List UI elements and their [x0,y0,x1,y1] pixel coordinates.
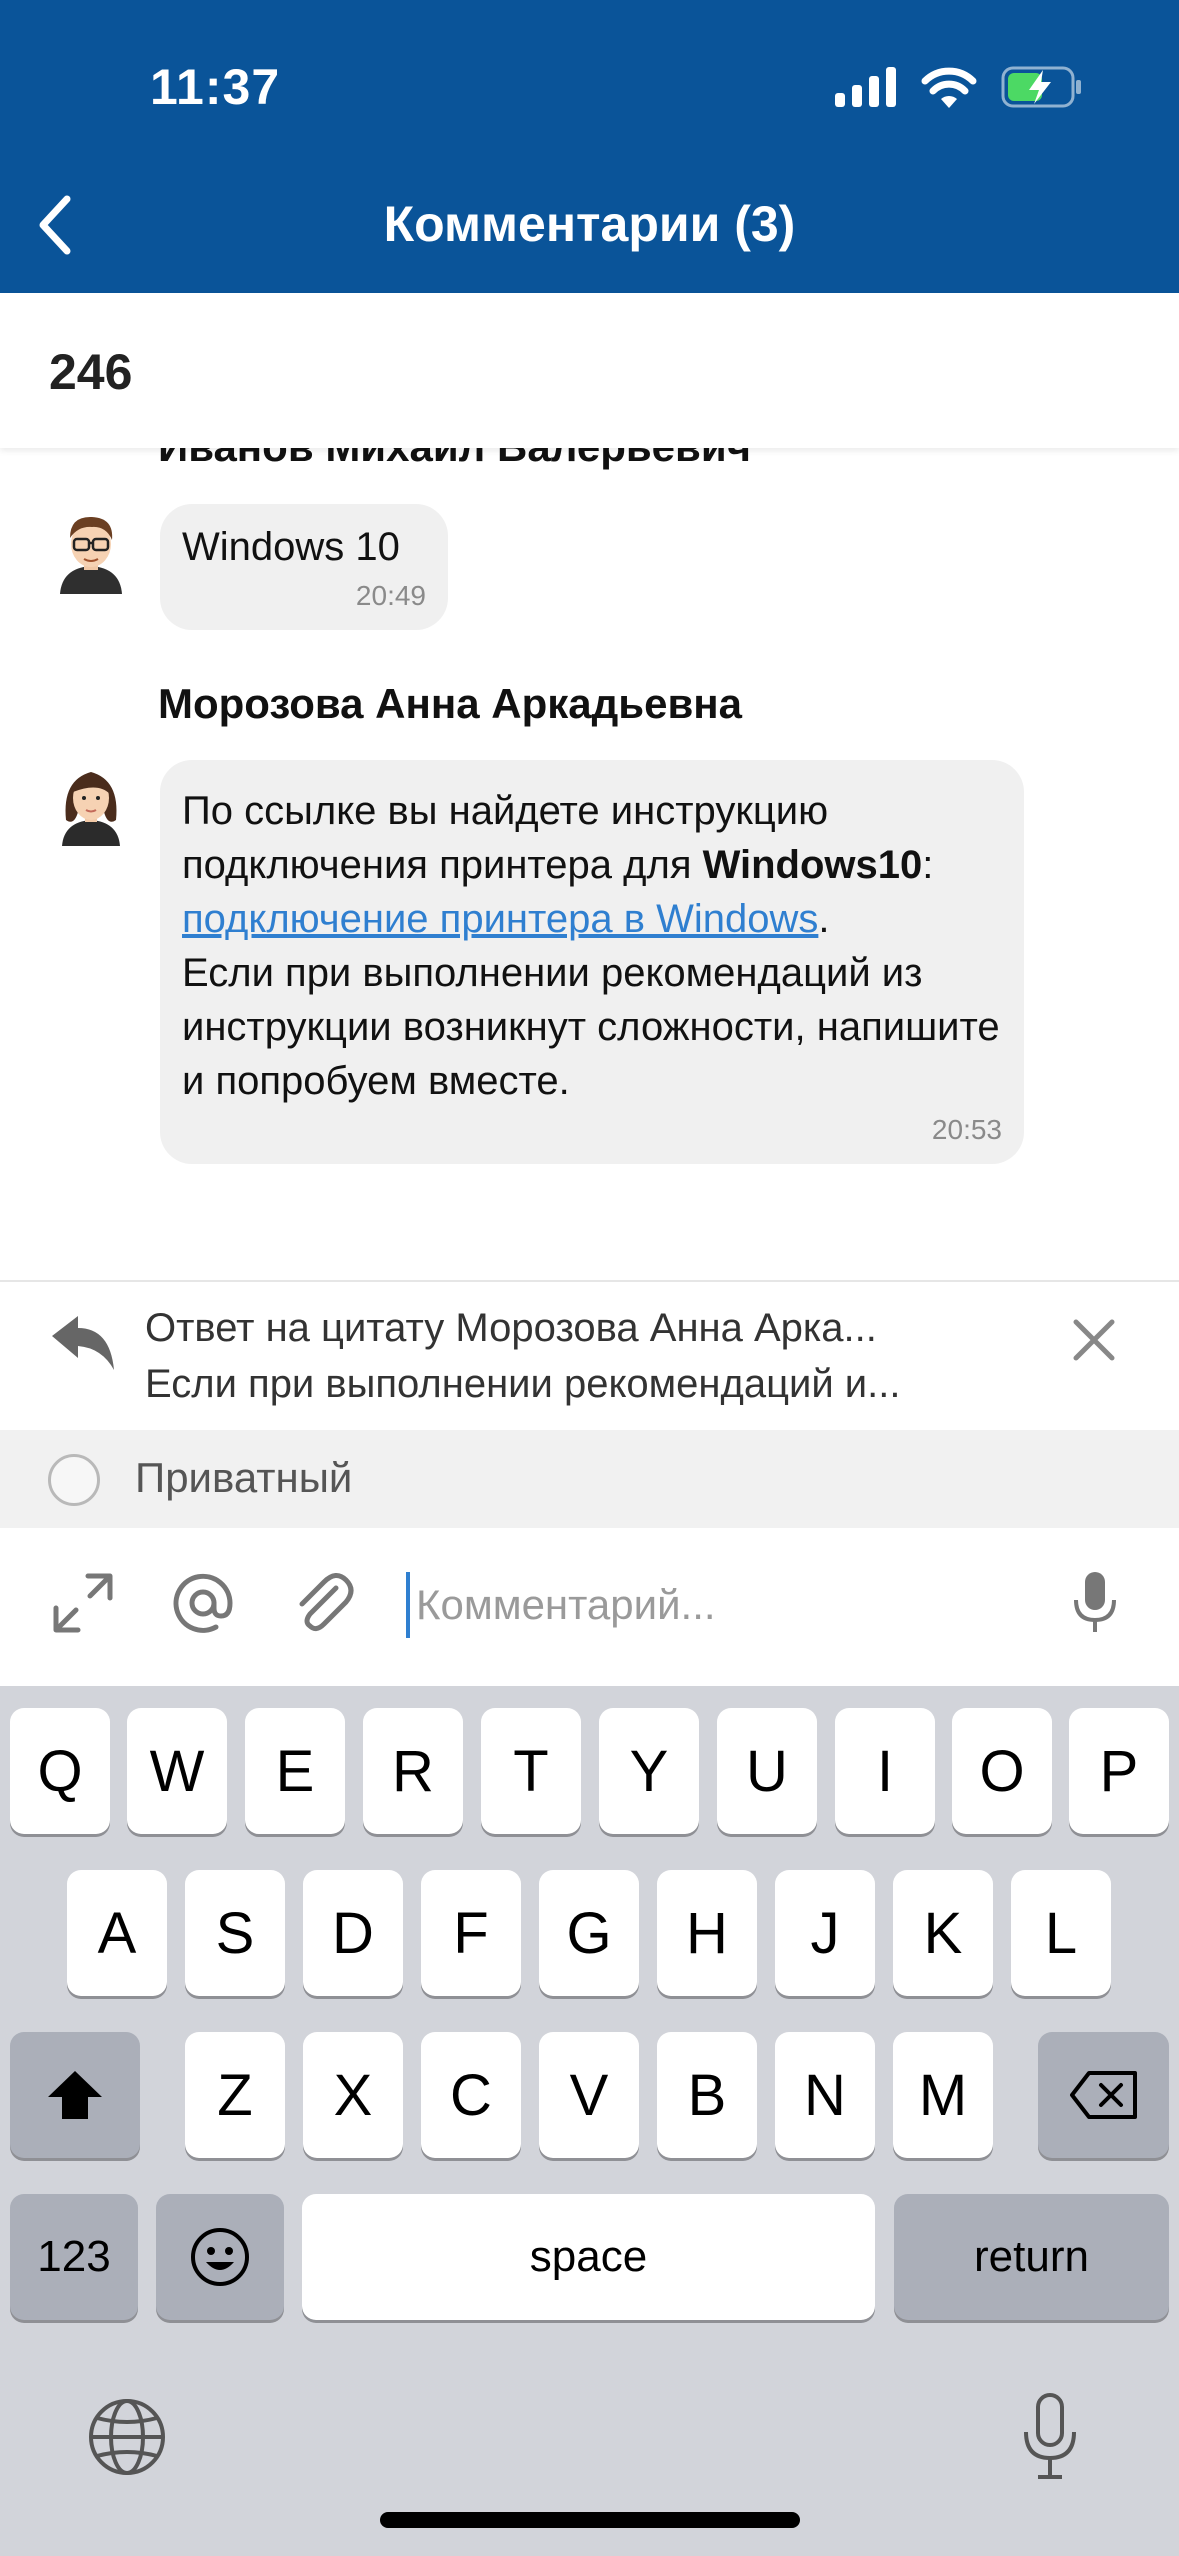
comment-bubble[interactable]: Windows 10 20:49 [160,504,448,630]
at-icon [173,1573,233,1633]
key-l[interactable]: L [1011,1870,1111,1996]
key-q[interactable]: Q [10,1708,110,1834]
key-m[interactable]: M [893,2032,993,2158]
reply-icon [52,1316,114,1370]
key-s[interactable]: S [185,1870,285,1996]
key-y[interactable]: Y [599,1708,699,1834]
numbers-key[interactable]: 123 [10,2194,138,2320]
key-x[interactable]: X [303,2032,403,2158]
comment-author: Иванов Михаил Валерьевич [158,448,751,471]
male-avatar-icon [60,516,122,594]
key-f[interactable]: F [421,1870,521,1996]
instruction-link[interactable]: подключение принтера в Windows [182,897,818,941]
voice-input-button[interactable] [1060,1568,1130,1638]
key-i[interactable]: I [835,1708,935,1834]
reply-text: Если при выполнении рекомендаций и... [145,1362,901,1406]
key-z[interactable]: Z [185,2032,285,2158]
comments-list[interactable]: Иванов Михаил Валерьевич Windows 10 20:4… [0,448,1179,1280]
key-v[interactable]: V [539,2032,639,2158]
key-c[interactable]: C [421,2032,521,2158]
key-h[interactable]: H [657,1870,757,1996]
wifi-icon [921,67,977,108]
mention-button[interactable] [168,1568,238,1638]
globe-icon[interactable] [86,2396,168,2478]
backspace-key[interactable] [1038,2032,1169,2158]
status-icons [835,62,1083,112]
emoji-icon [191,2228,249,2286]
home-indicator [380,2512,800,2528]
key-e[interactable]: E [245,1708,345,1834]
key-a[interactable]: A [67,1870,167,1996]
status-time: 11:37 [150,59,281,115]
comment-text: Windows 10 [182,525,400,569]
dictation-microphone-icon[interactable] [1022,2392,1078,2482]
comment-input[interactable] [406,1572,1046,1638]
key-o[interactable]: O [952,1708,1052,1834]
expand-icon [53,1573,113,1633]
comment-text: . [818,897,830,941]
comment-text: : [922,843,934,887]
comment-text: Если при выполнении рекомендаций из инст… [182,951,1000,1103]
comment-input-row [0,1528,1179,1686]
key-w[interactable]: W [127,1708,227,1834]
reply-title: Ответ на цитату Морозова Анна Арка... [145,1306,877,1350]
microphone-icon [1074,1572,1116,1632]
comment-bubble[interactable]: По ссылке вы найдете инструкцию подключе… [160,760,1024,1164]
ticket-bar: 246 [0,293,1179,448]
emoji-key[interactable] [156,2194,284,2320]
key-b[interactable]: B [657,2032,757,2158]
private-label: Приватный [135,1454,353,1501]
paperclip-icon [299,1573,354,1632]
app-header: 11:37 Комментарии (3) [0,0,1179,293]
comment-time: 20:53 [931,1114,1002,1145]
key-k[interactable]: K [893,1870,993,1996]
key-n[interactable]: N [775,2032,875,2158]
battery-charging-icon [1001,66,1081,108]
key-u[interactable]: U [717,1708,817,1834]
page-title: Комментарии (3) [383,196,796,252]
key-p[interactable]: P [1069,1708,1169,1834]
female-avatar-icon [62,772,120,846]
attach-button[interactable] [288,1568,358,1638]
ticket-number: 246 [49,344,133,400]
shift-icon [48,2071,102,2119]
expand-button[interactable] [48,1568,118,1638]
reply-quote-bar: Ответ на цитату Морозова Анна Арка... Ес… [0,1280,1179,1430]
space-key[interactable]: space [302,2194,875,2320]
keyboard: Q W E R T Y U I O P A S D F G H J K L Z … [0,1686,1179,2556]
signal-icon [835,67,896,107]
shift-key[interactable] [10,2032,140,2158]
return-key[interactable]: return [894,2194,1169,2320]
key-t[interactable]: T [481,1708,581,1834]
private-toggle[interactable]: Приватный [0,1430,1179,1528]
key-d[interactable]: D [303,1870,403,1996]
key-j[interactable]: J [775,1870,875,1996]
comment-text-bold: Windows10 [702,843,923,887]
close-icon[interactable] [1066,1312,1122,1368]
comment-time: 20:49 [355,580,426,611]
backspace-icon [1069,2071,1137,2119]
private-radio[interactable] [48,1454,100,1506]
comment-author: Морозова Анна Аркадьевна [158,680,743,727]
key-r[interactable]: R [363,1708,463,1834]
key-g[interactable]: G [539,1870,639,1996]
